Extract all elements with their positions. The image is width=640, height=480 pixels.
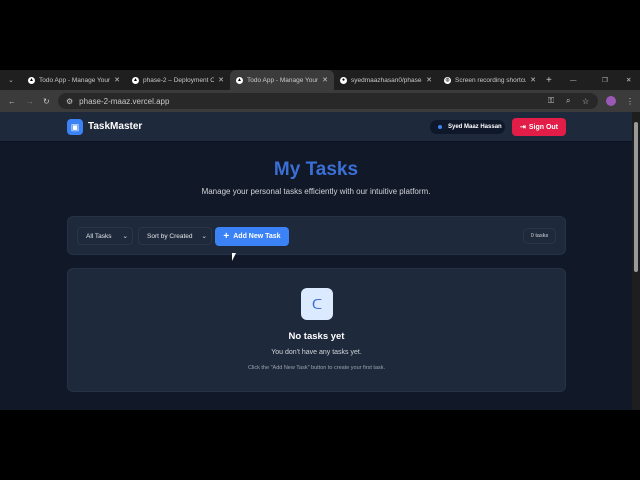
vercel-icon: ▲ (236, 76, 243, 84)
password-icon[interactable]: ⚿ (548, 96, 554, 106)
menu-icon[interactable]: ⋮ (626, 97, 634, 106)
back-icon[interactable]: ← (8, 97, 16, 106)
brand-name[interactable]: TaskMaster (88, 121, 142, 132)
close-tab-icon[interactable]: ✕ (426, 76, 432, 84)
address-bar: ← → ↻ ⚙ phase-2-maaz.vercel.app ⚿ ⌕ ☆ ⋮ (0, 90, 640, 112)
zoom-icon[interactable]: ⌕ (566, 96, 570, 106)
browser-tab[interactable]: ◍ Screen recording shortcu ✕ (438, 70, 542, 90)
status-dot-icon (438, 125, 442, 129)
close-tab-icon[interactable]: ✕ (530, 76, 536, 84)
browser-tab-active[interactable]: ▲ Todo App - Manage Your ✕ (230, 70, 334, 90)
browser-tab[interactable]: ▲ Todo App - Manage Your ✕ (22, 70, 126, 90)
page: ▣ TaskMaster Syed Maaz Hassan ⇥ Sign Out … (0, 112, 632, 410)
chevron-down-icon: ⌄ (122, 233, 128, 240)
browser-tab[interactable]: ▲ phase-2 – Deployment O ✕ (126, 70, 230, 90)
filter-select[interactable]: All Tasks ⌄ (77, 227, 133, 245)
user-badge: Syed Maaz Hassan (430, 120, 505, 134)
close-window-icon[interactable]: ✕ (626, 76, 631, 84)
close-tab-icon[interactable]: ✕ (218, 76, 224, 84)
chevron-down-icon: ⌄ (201, 233, 207, 240)
empty-title: No tasks yet (288, 331, 345, 342)
vercel-icon: ▲ (28, 76, 35, 84)
scrollbar-thumb[interactable] (634, 122, 638, 272)
empty-state: ᑕ No tasks yet You don't have any tasks … (67, 268, 566, 392)
page-subtitle: Manage your personal tasks efficiently w… (201, 187, 431, 196)
plus-icon: + (223, 231, 230, 242)
tab-strip: ⌄ ▲ Todo App - Manage Your ✕ ▲ phase-2 – De… (0, 70, 640, 90)
navbar: ▣ TaskMaster Syed Maaz Hassan ⇥ Sign Out (0, 112, 632, 142)
empty-hint: Click the "Add New Task" button to creat… (247, 365, 386, 371)
site-info-icon[interactable]: ⚙ (66, 97, 73, 106)
profile-avatar[interactable] (606, 96, 616, 106)
vercel-icon: ▲ (132, 76, 139, 84)
close-tab-icon[interactable]: ✕ (114, 76, 120, 84)
page-title: My Tasks (273, 159, 359, 180)
mouse-cursor-icon (232, 253, 236, 261)
logout-icon: ⇥ (519, 124, 526, 131)
clipboard-icon: ᑕ (301, 288, 333, 320)
add-task-button[interactable]: + Add New Task (215, 227, 289, 246)
sort-select[interactable]: Sort by Created ⌄ (138, 227, 212, 245)
minimize-icon[interactable]: — (570, 77, 577, 84)
tab-search-icon[interactable]: ⌄ (0, 76, 22, 84)
reload-icon[interactable]: ↻ (43, 97, 50, 106)
bookmark-star-icon[interactable]: ☆ (582, 97, 589, 106)
github-icon: ● (340, 76, 347, 84)
toolbar: All Tasks ⌄ Sort by Created ⌄ + Add New Tas… (67, 216, 566, 255)
sign-out-button[interactable]: ⇥ Sign Out (512, 118, 566, 136)
forward-icon[interactable]: → (26, 97, 34, 106)
new-tab-icon[interactable]: + (546, 75, 552, 86)
browser-tab[interactable]: ● syedmaazhasan0/phase- ✕ (334, 70, 438, 90)
globe-icon: ◍ (444, 76, 451, 84)
logo-icon[interactable]: ▣ (67, 119, 83, 135)
restore-icon[interactable]: ❐ (602, 76, 608, 84)
task-count-badge: 0 tasks (523, 228, 556, 244)
close-tab-icon[interactable]: ✕ (322, 76, 328, 84)
scrollbar[interactable] (632, 112, 640, 410)
url-input[interactable]: ⚙ phase-2-maaz.vercel.app ⚿ ⌕ ☆ (58, 93, 598, 109)
empty-message: You don't have any tasks yet. (271, 349, 362, 356)
